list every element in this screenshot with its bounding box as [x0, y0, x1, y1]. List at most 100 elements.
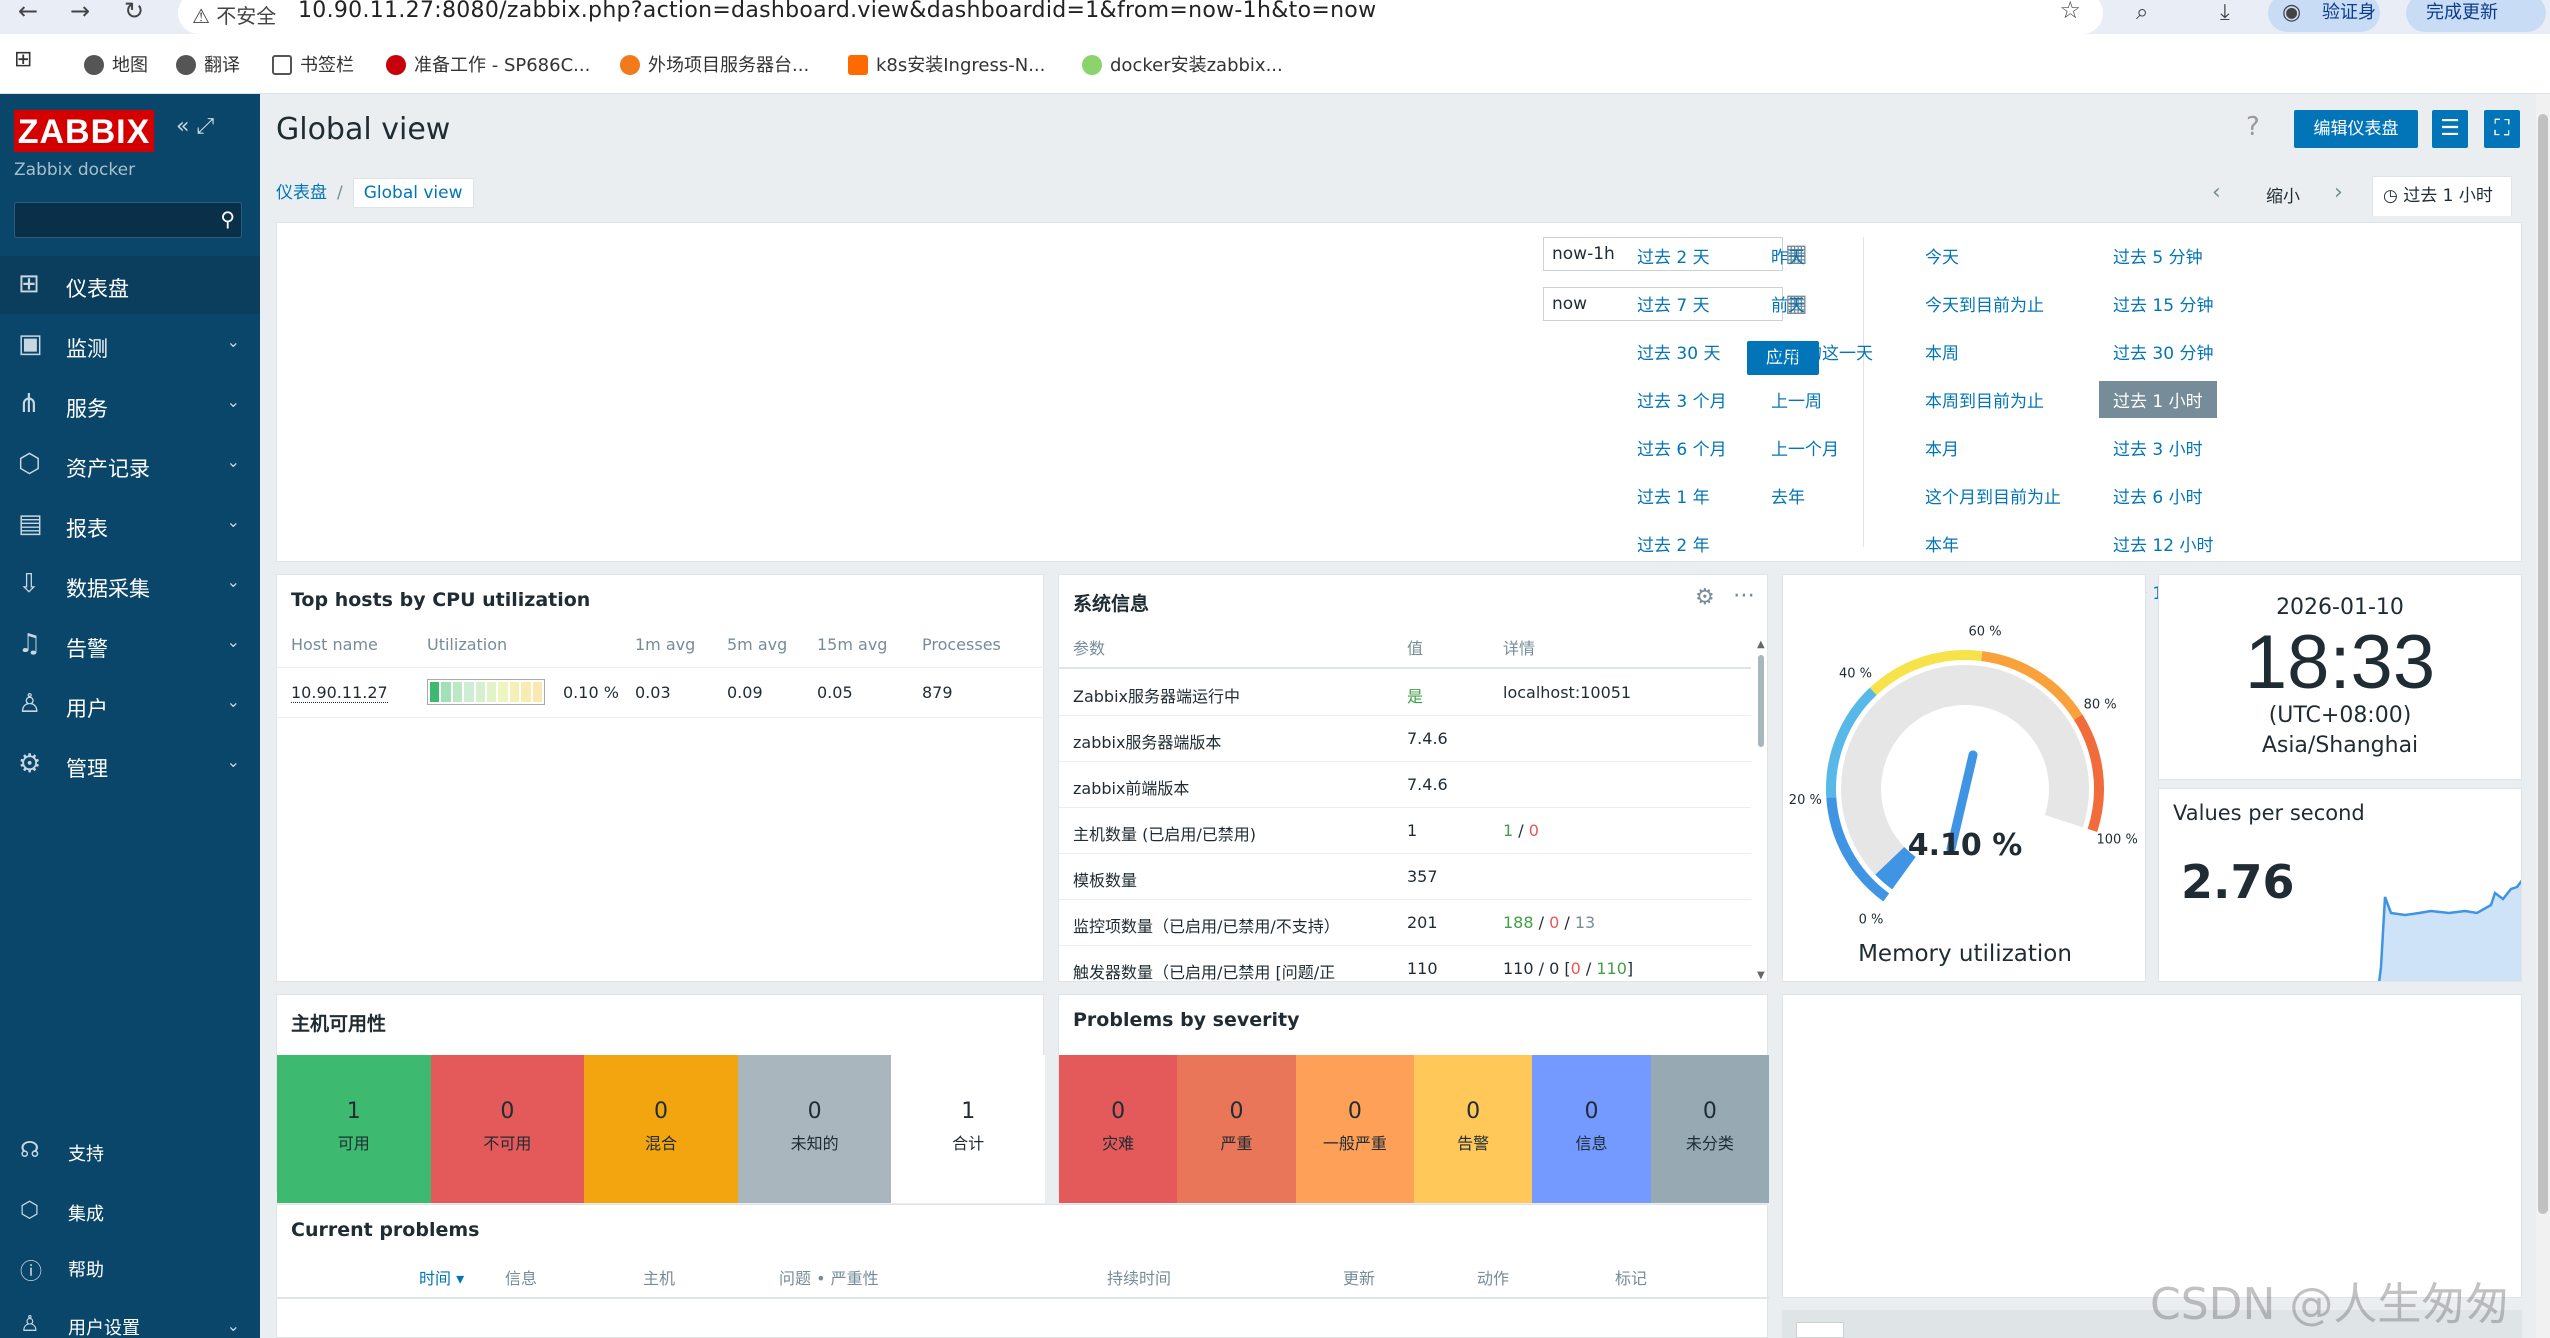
insecure-badge[interactable]: ⚠ 不安全 — [192, 0, 276, 29]
back-icon[interactable]: ← — [18, 0, 38, 23]
col-header: 更新 — [1343, 1269, 1376, 1288]
menu-users[interactable]: ♙ 用户 ⌄ — [0, 676, 260, 734]
quick-range-item[interactable]: 过去 7 天 — [1637, 291, 1710, 316]
quick-range-item[interactable]: 本年 — [1925, 531, 1959, 556]
menu-reports[interactable]: ▤ 报表 ⌄ — [0, 496, 260, 554]
bookmark-sp686c[interactable]: 准备工作 - SP686C... — [386, 51, 590, 77]
quick-range-item[interactable]: 昨天 — [1771, 243, 1805, 268]
status-cell[interactable]: 0 告警 — [1414, 1055, 1533, 1203]
search-icon[interactable]: ⚲ — [220, 207, 235, 231]
update-button[interactable]: 完成更新 — [2406, 0, 2546, 32]
zoom-out-button[interactable]: 缩小 — [2266, 182, 2300, 207]
status-cell[interactable]: 1 合计 — [891, 1055, 1045, 1203]
quick-range-item[interactable]: 本月 — [1925, 435, 1959, 460]
footer-user-settings[interactable]: ♙ 用户设置 ⌄ — [0, 1302, 260, 1338]
status-cell[interactable]: 0 严重 — [1177, 1055, 1296, 1203]
help-icon[interactable]: ? — [2246, 112, 2260, 142]
bookmark-translate[interactable]: 翻译 — [176, 51, 240, 77]
menu-alerts[interactable]: ♫ 告警 ⌄ — [0, 616, 260, 674]
apps-grid-icon[interactable]: ⊞ — [14, 47, 32, 72]
col-header-time[interactable]: 时间 ▾ — [419, 1265, 464, 1289]
quick-range-item[interactable]: 本周到目前为止 — [1925, 387, 2044, 412]
quick-range-item[interactable]: 上周的这一天 — [1771, 339, 1873, 364]
zabbix-logo[interactable]: ZABBIX — [14, 110, 154, 152]
bookmark-k8s[interactable]: k8s安装Ingress-N... — [848, 51, 1045, 77]
dashboard-icon: ⊞ — [18, 269, 40, 299]
status-cell[interactable]: 0 未分类 — [1650, 1055, 1769, 1203]
sidebar-search-input[interactable]: ⚲ — [14, 202, 242, 238]
more-icon[interactable]: ⋯ — [1733, 583, 1755, 608]
menu-monitoring[interactable]: ▣ 监测 ⌄ — [0, 316, 260, 374]
quick-range-item[interactable]: 今天到目前为止 — [1925, 291, 2044, 316]
quick-range-item[interactable]: 前天 — [1771, 291, 1805, 316]
widget-scrollbar[interactable]: ▲ ▼ — [1755, 639, 1767, 981]
quick-range-item[interactable]: 今天 — [1925, 243, 1959, 268]
kiosk-mode-button[interactable]: ⛶ — [2484, 110, 2520, 148]
col-header[interactable]: 15m avg — [817, 635, 887, 654]
col-header[interactable]: 1m avg — [635, 635, 695, 654]
quick-range-item[interactable]: 过去 3 个月 — [1637, 387, 1727, 412]
quick-range-item[interactable]: 去年 — [1771, 483, 1805, 508]
collapse-sidebar-icon[interactable]: « ⤢ — [176, 114, 214, 139]
address-bar[interactable]: ⚠ 不安全 10.90.11.27:8080/zabbix.php?action… — [178, 0, 2103, 34]
menu-inventory[interactable]: ⬡ 资产记录 ⌄ — [0, 436, 260, 494]
menu-services[interactable]: ⋔ 服务 ⌄ — [0, 376, 260, 434]
status-cell[interactable]: 0 未知的 — [737, 1055, 892, 1203]
chevron-down-icon: ⌄ — [226, 1316, 240, 1335]
status-cell[interactable]: 0 信息 — [1532, 1055, 1651, 1203]
quick-range-item[interactable]: 上一周 — [1771, 387, 1822, 412]
quick-range-item[interactable]: 过去 1 年 — [1637, 483, 1710, 508]
row-divider — [277, 667, 1045, 668]
quick-range-item[interactable]: 过去 2 天 — [1637, 243, 1710, 268]
quick-range-item[interactable]: 过去 5 分钟 — [2113, 243, 2203, 268]
status-cell[interactable]: 0 灾难 — [1059, 1055, 1178, 1203]
actions-menu-button[interactable]: ☰ — [2432, 110, 2468, 148]
bookmark-maps[interactable]: 地图 — [84, 51, 148, 77]
chevron-right-icon[interactable]: › — [2334, 180, 2343, 205]
quick-range-item[interactable]: 过去 3 小时 — [2113, 435, 2203, 460]
menu-label: 服务 — [66, 397, 108, 421]
reload-icon[interactable]: ↻ — [124, 0, 144, 23]
status-cell[interactable]: 0 一般严重 — [1295, 1055, 1414, 1203]
quick-range-item[interactable]: 过去 6 个月 — [1637, 435, 1727, 460]
status-cell[interactable]: 1 可用 — [277, 1055, 431, 1203]
bookmark-docker[interactable]: docker安装zabbix... — [1082, 51, 1283, 77]
host-link[interactable]: 10.90.11.27 — [291, 683, 388, 703]
menu-dashboards[interactable]: ⊞ 仪表盘 — [0, 256, 260, 314]
breadcrumb-current[interactable]: Global view — [352, 178, 474, 208]
quick-range-item[interactable]: 过去 30 天 — [1637, 339, 1720, 364]
quick-range-item[interactable]: 过去 12 小时 — [2113, 531, 2213, 556]
col-header[interactable]: Utilization — [427, 635, 507, 654]
download-icon[interactable]: ⤓ — [2220, 0, 2230, 25]
breadcrumb-dashboards[interactable]: 仪表盘 — [276, 183, 327, 203]
quick-range-item[interactable]: 过去 2 年 — [1637, 531, 1710, 556]
col-header[interactable]: Host name — [291, 635, 378, 654]
lens-icon[interactable]: ⌕ — [2136, 0, 2148, 25]
bookmark-folder[interactable]: 书签栏 — [272, 51, 354, 77]
quick-range-item[interactable]: 过去 1 小时 — [2099, 381, 2217, 418]
footer-help[interactable]: ⓘ 帮助 — [0, 1244, 260, 1292]
quick-range-item[interactable]: 上一个月 — [1771, 435, 1839, 460]
forward-icon[interactable]: → — [70, 0, 90, 23]
timefilter-tab[interactable]: ◷ 过去 1 小时 — [2372, 176, 2512, 216]
bookmark-servers[interactable]: 外场项目服务器台... — [620, 51, 809, 77]
quick-range-item[interactable]: 过去 6 小时 — [2113, 483, 2203, 508]
quick-range-item[interactable]: 本周 — [1925, 339, 1959, 364]
menu-data-collection[interactable]: ⇩ 数据采集 ⌄ — [0, 556, 260, 614]
gear-icon[interactable]: ⚙ — [1695, 585, 1715, 610]
quick-range-item[interactable]: 这个月到目前为止 — [1925, 483, 2061, 508]
menu-administration[interactable]: ⚙ 管理 ⌄ — [0, 736, 260, 794]
edit-dashboard-button[interactable]: 编辑仪表盘 — [2294, 110, 2418, 148]
chevron-left-icon[interactable]: ‹ — [2212, 180, 2221, 205]
status-cell[interactable]: 0 不可用 — [430, 1055, 585, 1203]
quick-range-item[interactable]: 过去 30 分钟 — [2113, 339, 2213, 364]
col-header[interactable]: Processes — [922, 635, 1001, 654]
quick-range-item[interactable]: 过去 15 分钟 — [2113, 291, 2213, 316]
footer-support[interactable]: ☊ 支持 — [0, 1128, 260, 1176]
url-text[interactable]: 10.90.11.27:8080/zabbix.php?action=dashb… — [298, 0, 1376, 23]
bookmark-star-icon[interactable]: ☆ — [2059, 0, 2081, 24]
col-header[interactable]: 5m avg — [727, 635, 787, 654]
status-cell[interactable]: 0 混合 — [584, 1055, 738, 1203]
page-scrollbar[interactable] — [2536, 94, 2550, 1338]
footer-integrations[interactable]: ⬡ 集成 — [0, 1188, 260, 1236]
